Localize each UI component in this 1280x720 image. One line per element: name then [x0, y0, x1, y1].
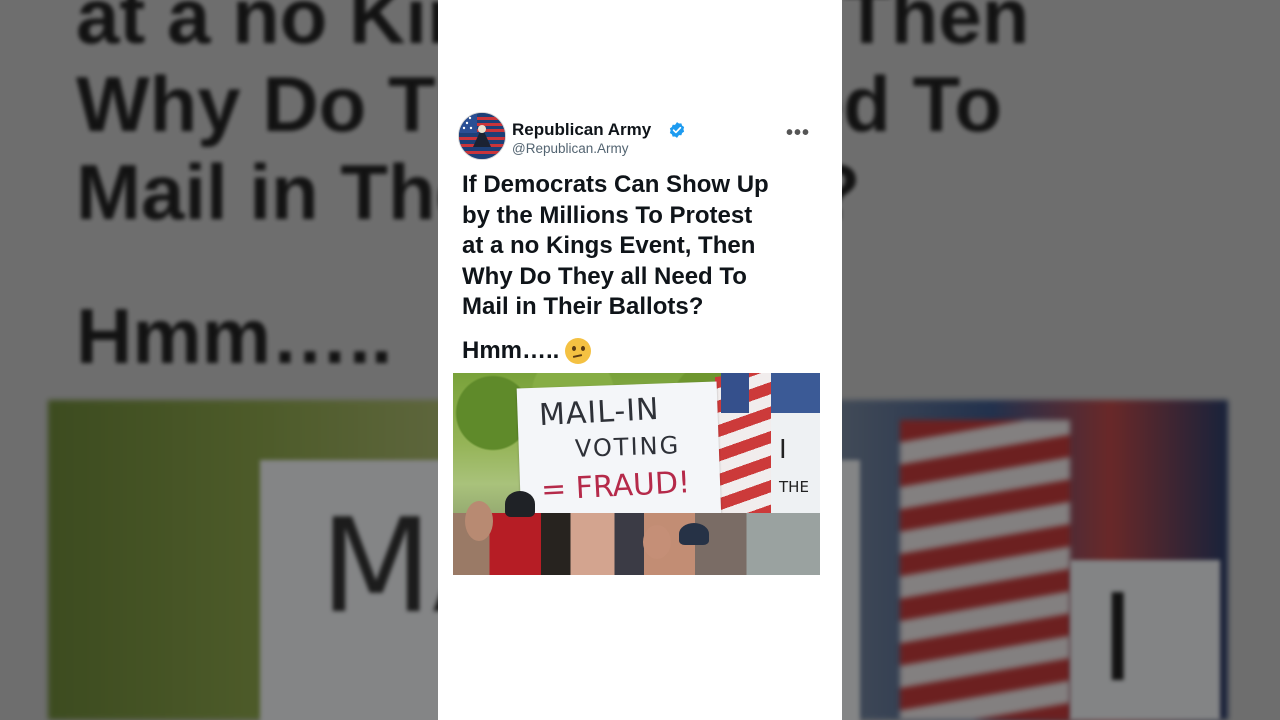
person-head: [465, 501, 493, 541]
person-head: [643, 525, 671, 559]
post-followup: Hmm…..: [462, 337, 592, 365]
crowd: [453, 513, 820, 575]
author-name[interactable]: Republican Army: [512, 120, 651, 140]
post-text: If Democrats Can Show Up by the Millions…: [462, 170, 824, 323]
flag-eagle-logo-icon: [459, 113, 505, 159]
person-cap: [679, 523, 709, 545]
post-text-line: If Democrats Can Show Up: [462, 171, 769, 198]
sign-text-line: VOTING: [574, 431, 681, 463]
verified-badge-icon: [669, 122, 685, 138]
person-cap: [505, 491, 535, 517]
second-flag: [771, 373, 820, 417]
side-sign-text: I THE: [779, 435, 809, 496]
more-options-button[interactable]: •••: [786, 122, 810, 145]
post-card: Republican Army @Republican.Army ••• If …: [438, 0, 842, 720]
avatar[interactable]: [458, 112, 506, 160]
thinking-face-icon: [565, 338, 592, 364]
author-handle[interactable]: @Republican.Army: [512, 141, 629, 156]
post-text-line: by the Millions To Protest: [462, 201, 753, 229]
followup-text: Hmm…..: [462, 337, 560, 364]
post-text-line: Why Do They all Need To: [462, 262, 747, 290]
post-header: Republican Army @Republican.Army •••: [458, 112, 818, 162]
flag-canton: [721, 373, 749, 413]
post-text-line: at a no Kings Event, Then: [462, 232, 756, 259]
post-photo[interactable]: I THE MAIL-IN VOTING = FRAUD!: [453, 373, 820, 575]
sign-text-line: MAIL-IN: [538, 391, 661, 434]
post-text-line: Mail in Their Ballots?: [462, 293, 704, 320]
